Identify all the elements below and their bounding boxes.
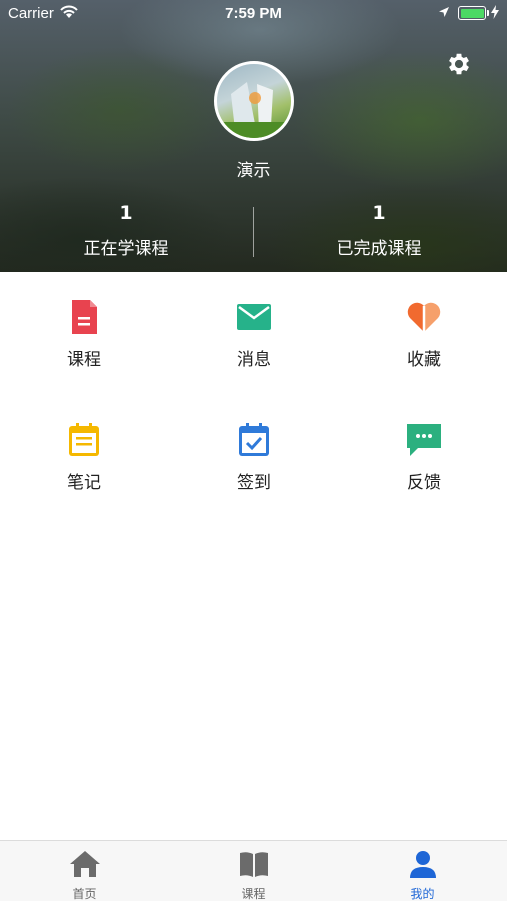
stats-divider — [253, 207, 254, 257]
tab-mine[interactable]: 我的 — [338, 841, 507, 901]
document-icon — [72, 300, 97, 334]
tab-home[interactable]: 首页 — [0, 841, 169, 901]
menu-item-notes[interactable]: 笔记 — [14, 420, 154, 520]
tab-label: 我的 — [410, 887, 435, 901]
learning-count[interactable]: 1 — [46, 202, 206, 224]
avatar[interactable] — [214, 61, 294, 141]
tab-bar: 首页 课程 我的 — [0, 840, 507, 901]
menu-label: 笔记 — [67, 473, 101, 493]
home-icon — [69, 851, 100, 877]
status-bar: Carrier 7:59 PM — [0, 0, 507, 28]
charging-bolt-icon — [491, 5, 499, 19]
location-arrow-icon — [439, 7, 449, 17]
menu-item-courses[interactable]: 课程 — [14, 297, 154, 397]
menu-item-favorites[interactable]: 收藏 — [354, 297, 494, 397]
menu-label: 反馈 — [407, 473, 441, 493]
tab-courses[interactable]: 课程 — [169, 841, 338, 901]
calendar-check-icon — [239, 423, 269, 456]
menu-item-feedback[interactable]: 反馈 — [354, 420, 494, 520]
menu-label: 消息 — [237, 350, 271, 370]
menu-label: 收藏 — [407, 350, 441, 370]
user-icon — [409, 851, 436, 878]
battery-icon — [458, 6, 489, 20]
menu-label: 签到 — [237, 473, 271, 493]
completed-count[interactable]: 1 — [299, 202, 459, 224]
heart-icon — [407, 302, 441, 332]
tab-label: 首页 — [72, 887, 97, 901]
notepad-icon — [69, 423, 99, 456]
profile-name: 演示 — [236, 161, 271, 181]
menu-item-checkin[interactable]: 签到 — [184, 420, 324, 520]
settings-gear-icon[interactable] — [445, 50, 473, 78]
profile-header: Carrier 7:59 PM 演示 1 正在学课程 1 已完成课程 — [0, 0, 507, 272]
chat-bubble-icon — [407, 424, 441, 456]
status-time: 7:59 PM — [225, 5, 282, 22]
avatar-photo — [217, 82, 291, 138]
menu-item-messages[interactable]: 消息 — [184, 297, 324, 397]
completed-label[interactable]: 已完成课程 — [299, 234, 459, 259]
mail-icon — [237, 304, 271, 330]
menu-label: 课程 — [67, 350, 101, 370]
book-icon — [239, 852, 268, 877]
tab-label: 课程 — [241, 887, 266, 901]
learning-label[interactable]: 正在学课程 — [46, 234, 206, 259]
